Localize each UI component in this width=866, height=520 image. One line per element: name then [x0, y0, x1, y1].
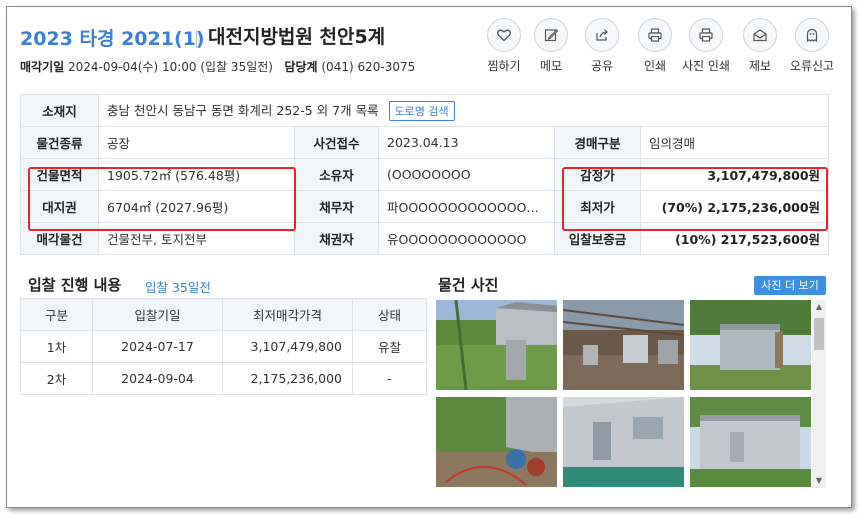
owner-value: (OOOOOOOO — [378, 158, 555, 191]
table-row: 2차 2024-09-04 2,175,236,000 - — [20, 362, 427, 395]
printer-icon — [648, 28, 662, 42]
round-cell: 2차 — [20, 362, 93, 395]
photo-gallery — [436, 300, 812, 490]
error-report-label: 오류신고 — [789, 59, 835, 73]
dept-phone: (041) 620-3075 — [321, 60, 416, 74]
sale-date-value: 2024-09-04(수) 10:00 (입찰 35일전) — [68, 60, 273, 74]
round-cell: 1차 — [20, 330, 93, 363]
area-highlight-box — [28, 167, 296, 231]
scrollbar-thumb[interactable] — [814, 318, 824, 350]
dept-label: 담당계 — [284, 60, 318, 74]
property-photo-4[interactable] — [436, 397, 557, 487]
price-highlight-box — [562, 167, 828, 231]
status-cell: - — [352, 362, 427, 395]
memo-icon — [544, 29, 559, 42]
debtor-value: 파OOOOOOOOOOOOOOOO... — [378, 190, 555, 223]
address-value: 충남 천안시 동남구 동면 화계리 252-5 외 7개 목록 — [107, 102, 379, 118]
more-photos-button[interactable]: 사진 더 보기 — [754, 276, 826, 295]
property-photo-5[interactable] — [563, 397, 684, 487]
col-bid-date: 입찰기일 — [92, 298, 223, 331]
address-cell: 충남 천안시 동남구 동면 화계리 252-5 외 7개 목록 도로명 검색 — [97, 94, 830, 127]
road-name-search-button[interactable]: 도로명 검색 — [388, 101, 455, 122]
property-photo-3[interactable] — [690, 300, 811, 390]
report-button[interactable]: 제보 — [730, 18, 790, 74]
bid-header-row: 구분 입찰기일 최저매각가격 상태 — [20, 298, 427, 331]
action-toolbar: 찜하기 메모 공유 인쇄 사진 인쇄 제보 오류신고 — [474, 18, 834, 80]
scroll-up-icon[interactable]: ▲ — [812, 300, 826, 314]
share-button[interactable]: 공유 — [572, 18, 632, 74]
col-min-price: 최저매각가격 — [222, 298, 353, 331]
property-photo-6[interactable] — [690, 397, 811, 487]
info-row-type: 물건종류 공장 사건접수 2023.04.13 경매구분 임의경매 — [20, 126, 830, 159]
title-divider — [196, 30, 197, 48]
bid-date-cell: 2024-07-17 — [92, 330, 223, 363]
creditor-value: 유OOOOOOOOOOOOO — [378, 222, 555, 255]
creditor-label: 채권자 — [294, 222, 379, 255]
court-name: 대전지방법원 천안5계 — [208, 26, 386, 48]
min-price-cell: 3,107,479,800 — [222, 330, 353, 363]
photo-print-button[interactable]: 사진 인쇄 — [676, 18, 736, 74]
property-photo-1[interactable] — [436, 300, 557, 390]
col-status: 상태 — [352, 298, 427, 331]
info-row-address: 소재지 충남 천안시 동남구 동면 화계리 252-5 외 7개 목록 도로명 … — [20, 94, 830, 127]
receipt-value: 2023.04.13 — [378, 126, 555, 159]
share-label: 공유 — [590, 59, 614, 73]
photo-print-icon — [699, 28, 713, 42]
address-label: 소재지 — [20, 94, 99, 127]
bid-date-cell: 2024-09-04 — [92, 362, 223, 395]
photos-title: 물건 사진 — [438, 276, 499, 294]
bid-history-title: 입찰 진행 내용 — [28, 276, 122, 294]
owner-label: 소유자 — [294, 158, 379, 191]
report-envelope-icon — [753, 29, 767, 42]
bid-days-left: 입찰 35일전 — [145, 280, 211, 295]
property-photo-2[interactable] — [563, 300, 684, 390]
sale-info-line: 매각기일 2024-09-04(수) 10:00 (입찰 35일전) 담당계 (… — [20, 58, 415, 75]
debtor-label: 채무자 — [294, 190, 379, 223]
bid-history-table: 구분 입찰기일 최저매각가격 상태 1차 2024-07-17 3,107,47… — [20, 298, 427, 395]
share-icon — [596, 29, 608, 41]
error-report-button[interactable]: 오류신고 — [782, 18, 842, 74]
status-cell: 유찰 — [352, 330, 427, 363]
type-label: 물건종류 — [20, 126, 99, 159]
table-row: 1차 2024-07-17 3,107,479,800 유찰 — [20, 330, 427, 363]
min-price-cell: 2,175,236,000 — [222, 362, 353, 395]
receipt-label: 사건접수 — [294, 126, 379, 159]
photo-scrollbar[interactable]: ▲ ▼ — [812, 300, 826, 488]
scroll-down-icon[interactable]: ▼ — [812, 474, 826, 488]
auction-kind-label: 경매구분 — [554, 126, 641, 159]
heart-icon — [497, 29, 511, 42]
photo-print-label: 사진 인쇄 — [682, 59, 730, 73]
ghost-icon — [806, 28, 818, 43]
col-round: 구분 — [20, 298, 93, 331]
type-value: 공장 — [98, 126, 295, 159]
auction-kind-value: 임의경매 — [639, 126, 830, 159]
sale-date-label: 매각기일 — [20, 60, 65, 74]
case-number: 2023 타경 2021(1) — [20, 28, 205, 50]
report-label: 제보 — [748, 59, 772, 73]
